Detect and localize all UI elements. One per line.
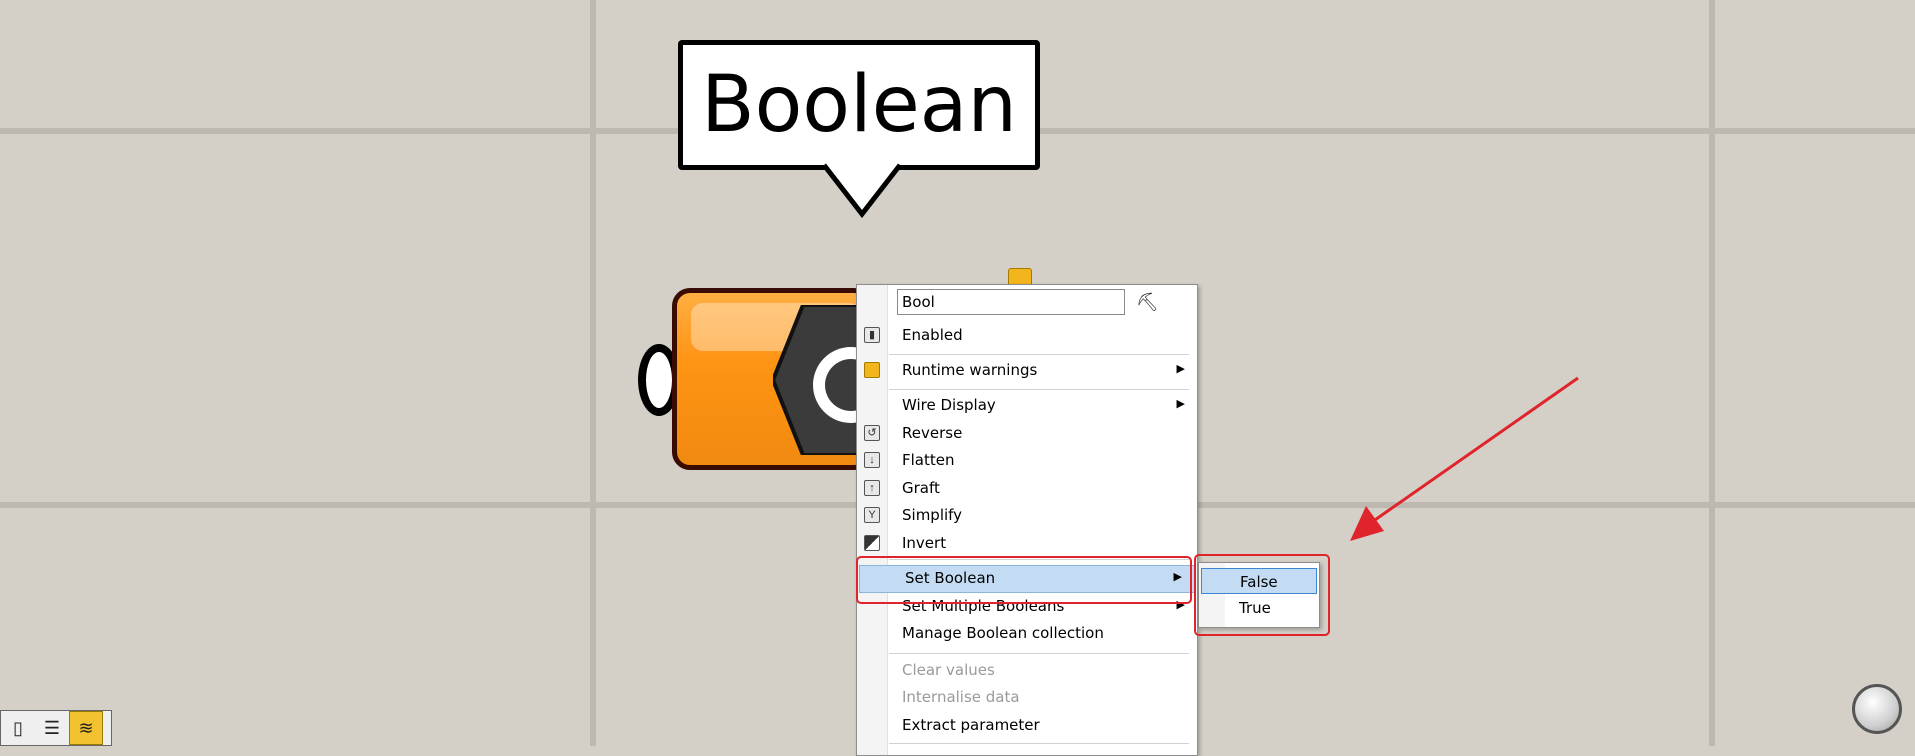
menu-item-invert[interactable]: Invert [857, 531, 1197, 557]
menu-item-enabled[interactable]: ▮ Enabled [857, 323, 1197, 349]
wave-icon[interactable]: ≋ [69, 711, 103, 745]
menu-item-label: Manage Boolean collection [902, 624, 1104, 642]
menu-item-label: Wire Display [902, 396, 996, 414]
tooltip-tail [824, 162, 900, 219]
menu-item-label: Invert [902, 534, 947, 552]
menu-item-runtime-warnings[interactable]: Runtime warnings ▶ [857, 358, 1197, 384]
menu-item-label: Clear values [902, 661, 995, 679]
menu-item-graft[interactable]: ↑ Graft [857, 476, 1197, 502]
canvas-grid-line [590, 0, 596, 746]
graft-icon: ↑ [864, 480, 880, 496]
menu-item-reverse[interactable]: ↺ Reverse [857, 421, 1197, 447]
warning-icon [864, 362, 880, 378]
simplify-icon: Y [864, 507, 880, 523]
nickname-input[interactable] [897, 289, 1125, 315]
paint-bucket-icon[interactable]: ⛏ [1136, 291, 1159, 313]
menu-item-label: Simplify [902, 506, 963, 524]
menu-item-label: Extract parameter [902, 716, 1040, 734]
menu-item-label: Internalise data [902, 688, 1020, 706]
submenu-arrow-icon: ▶ [1176, 363, 1185, 375]
enabled-icon: ▮ [864, 327, 880, 343]
annotation-box-submenu [1194, 554, 1330, 636]
list-icon[interactable]: ☰ [35, 711, 69, 745]
menu-separator [889, 354, 1189, 355]
canvas-toolbar: ▯ ☰ ≋ [0, 710, 112, 746]
invert-icon [864, 535, 880, 551]
tooltip-text: Boolean [701, 60, 1017, 150]
menu-item-wire-display[interactable]: Wire Display ▶ [857, 393, 1197, 419]
menu-item-label: Enabled [902, 326, 963, 344]
context-menu: ⛏ ▮ Enabled Runtime warnings ▶ Wire Disp… [856, 284, 1198, 756]
canvas-grid-line [1709, 0, 1715, 746]
annotation-box-set-boolean [856, 556, 1192, 604]
menu-item-label: Reverse [902, 424, 963, 442]
menu-item-internalise-data: Internalise data [857, 685, 1197, 711]
menu-separator [889, 743, 1189, 744]
tooltip-bubble: Boolean [678, 40, 1040, 170]
flatten-icon: ↓ [864, 452, 880, 468]
menu-item-extract-parameter[interactable]: Extract parameter [857, 713, 1197, 739]
menu-item-clear-values: Clear values [857, 658, 1197, 684]
navigation-dial-icon[interactable] [1852, 684, 1902, 734]
boolean-component[interactable] [672, 288, 872, 470]
menu-item-flatten[interactable]: ↓ Flatten [857, 448, 1197, 474]
submenu-arrow-icon: ▶ [1176, 398, 1185, 410]
menu-item-label: Graft [902, 479, 940, 497]
menu-item-label: Runtime warnings [902, 361, 1038, 379]
menu-separator [889, 653, 1189, 654]
menu-separator [889, 389, 1189, 390]
menu-item-label: Flatten [902, 451, 955, 469]
menu-item-simplify[interactable]: Y Simplify [857, 503, 1197, 529]
phone-icon[interactable]: ▯ [1, 711, 35, 745]
menu-item-manage-boolean-collection[interactable]: Manage Boolean collection [857, 621, 1197, 647]
reverse-icon: ↺ [864, 425, 880, 441]
